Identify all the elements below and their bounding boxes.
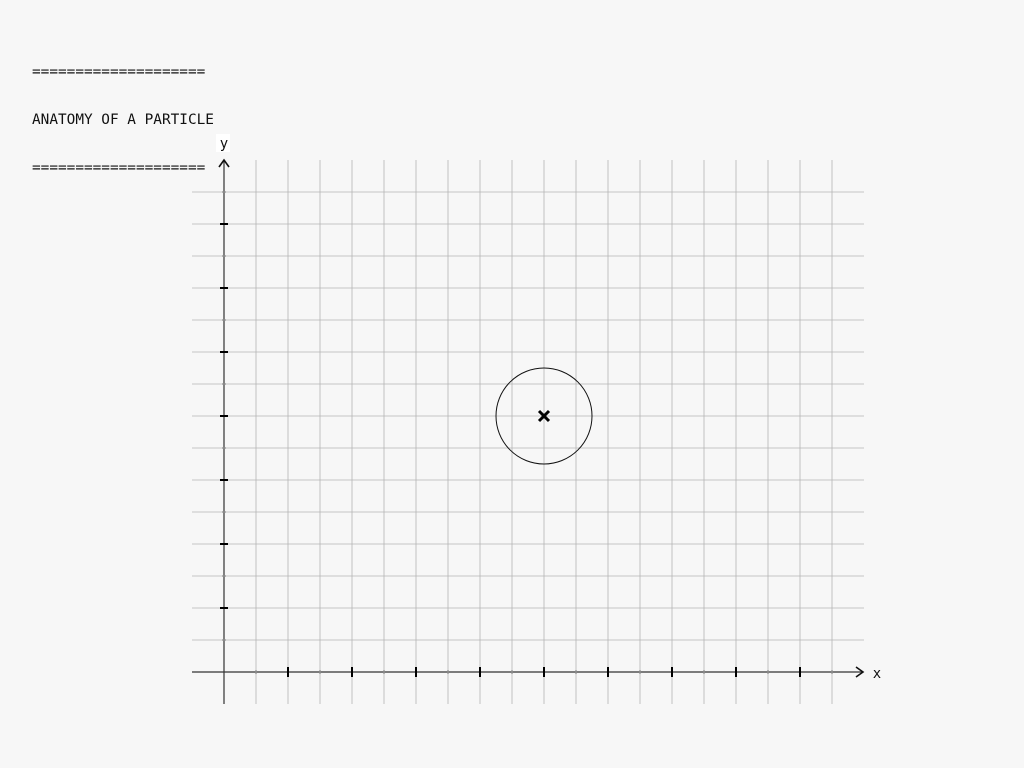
x-axis-label: x (873, 666, 881, 682)
y-axis-label: y (220, 136, 228, 152)
page: ==================== ANATOMY OF A PARTIC… (0, 0, 1024, 768)
axes (192, 158, 865, 704)
axis-ticks (220, 191, 833, 677)
particle-diagram: y x (192, 134, 881, 704)
grid (192, 160, 864, 704)
